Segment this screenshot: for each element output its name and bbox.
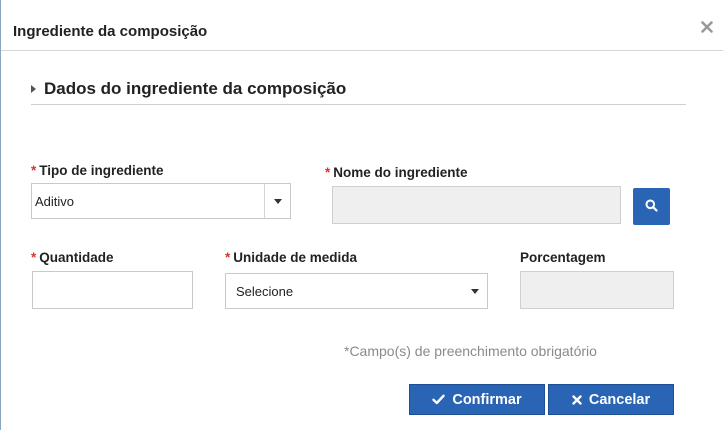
porcentagem-label: Porcentagem bbox=[520, 250, 606, 265]
dialog-titlebar: Ingrediente da composição bbox=[1, 0, 723, 51]
unidade-label: * Unidade de medida bbox=[225, 250, 357, 265]
x-icon bbox=[572, 394, 582, 405]
required-mark: * bbox=[31, 250, 37, 265]
search-icon bbox=[645, 199, 658, 215]
unidade-dropdown-toggle[interactable] bbox=[462, 274, 487, 308]
chevron-down-icon bbox=[470, 288, 479, 294]
cancel-button[interactable]: Cancelar bbox=[548, 384, 674, 415]
dialog-title: Ingrediente da composição bbox=[13, 23, 208, 40]
search-button[interactable] bbox=[633, 188, 670, 225]
caret-right-icon bbox=[31, 85, 36, 93]
required-fields-note: *Campo(s) de preenchimento obrigatório bbox=[344, 343, 597, 359]
required-mark: * bbox=[225, 250, 231, 265]
nome-label: * Nome do ingrediente bbox=[325, 165, 468, 180]
nome-field[interactable] bbox=[332, 186, 621, 224]
porcentagem-field[interactable] bbox=[520, 271, 674, 309]
unidade-select[interactable]: Selecione bbox=[225, 273, 488, 309]
chevron-down-icon bbox=[273, 198, 282, 204]
section-header: Dados do ingrediente da composição bbox=[31, 79, 686, 105]
close-button[interactable] bbox=[697, 18, 717, 38]
required-mark: * bbox=[31, 163, 37, 178]
check-icon bbox=[432, 394, 446, 405]
nome-label-text: Nome do ingrediente bbox=[333, 165, 468, 180]
unidade-label-text: Unidade de medida bbox=[233, 250, 358, 265]
tipo-select[interactable]: Aditivo bbox=[31, 183, 291, 219]
required-mark: * bbox=[325, 165, 331, 180]
quantidade-label: * Quantidade bbox=[31, 250, 114, 265]
section-title: Dados do ingrediente da composição bbox=[44, 79, 347, 98]
unidade-select-value: Selecione bbox=[236, 284, 294, 299]
confirm-button-label: Confirmar bbox=[452, 391, 522, 408]
close-icon bbox=[701, 20, 713, 36]
ingredient-dialog: Ingrediente da composição Dados do ingre… bbox=[0, 0, 723, 430]
tipo-dropdown-toggle[interactable] bbox=[264, 184, 290, 218]
tipo-label-text: Tipo de ingrediente bbox=[39, 163, 164, 178]
cancel-button-label: Cancelar bbox=[588, 391, 651, 408]
quantidade-label-text: Quantidade bbox=[39, 250, 114, 265]
quantidade-field[interactable] bbox=[32, 271, 193, 309]
confirm-button[interactable]: Confirmar bbox=[409, 384, 545, 415]
porcentagem-label-text: Porcentagem bbox=[520, 250, 606, 265]
tipo-label: * Tipo de ingrediente bbox=[31, 163, 164, 178]
tipo-select-value: Aditivo bbox=[35, 194, 75, 209]
